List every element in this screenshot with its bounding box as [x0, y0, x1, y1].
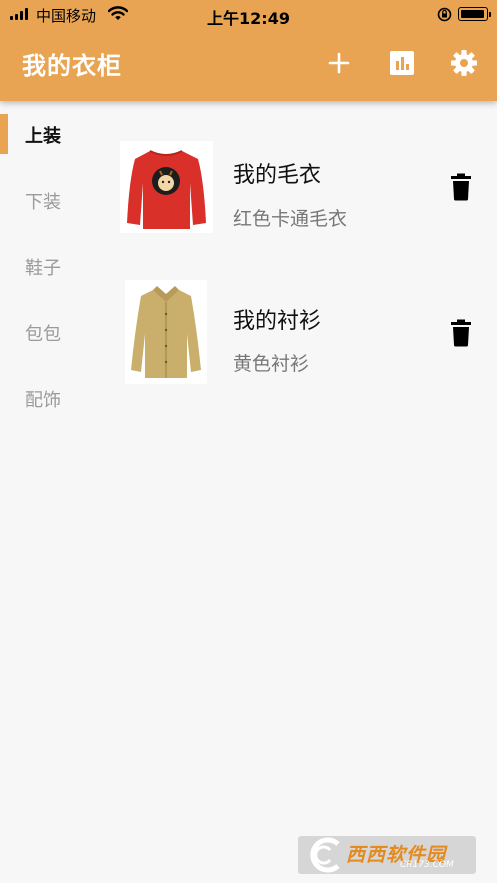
trash-icon [451, 319, 471, 347]
yellow-shirt-image [125, 280, 207, 384]
list-item[interactable]: 我的毛衣 红色卡通毛衣 [110, 130, 497, 260]
sidebar-item-label: 下装 [25, 192, 61, 213]
watermark-subtext: CR173.COM [400, 860, 454, 870]
sidebar-item-bags[interactable]: 包包 [0, 299, 100, 365]
category-sidebar: 上装 下装 鞋子 包包 配饰 [0, 101, 100, 883]
item-name: 我的毛衣 [233, 163, 322, 188]
rotation-lock-icon [437, 7, 452, 22]
add-button[interactable] [324, 48, 354, 78]
page-title: 我的衣柜 [22, 52, 122, 80]
item-name: 我的衬衫 [233, 309, 322, 334]
sidebar-item-label: 包包 [25, 324, 61, 345]
sidebar-item-shoes[interactable]: 鞋子 [0, 233, 100, 299]
sidebar-item-accessories[interactable]: 配饰 [0, 365, 100, 431]
statistics-button[interactable] [387, 48, 417, 78]
sidebar-item-label: 上装 [25, 126, 61, 147]
battery-icon [458, 7, 491, 21]
red-sweater-image [120, 141, 213, 233]
item-description: 红色卡通毛衣 [233, 208, 348, 230]
status-bar: 中国移动 上午12:49 [0, 0, 497, 28]
logo-icon [310, 837, 340, 873]
delete-button[interactable] [450, 319, 472, 347]
sidebar-item-label: 配饰 [25, 390, 61, 411]
item-description: 黄色衬衫 [233, 353, 310, 375]
sidebar-item-tops[interactable]: 上装 [0, 101, 100, 167]
chart-icon [390, 51, 414, 75]
active-indicator [0, 114, 8, 154]
watermark-logo: 西西软件园 CR173.COM [298, 836, 476, 874]
sidebar-item-bottoms[interactable]: 下装 [0, 167, 100, 233]
gear-icon [451, 50, 477, 76]
delete-button[interactable] [450, 173, 472, 201]
settings-button[interactable] [449, 48, 479, 78]
plus-icon [328, 52, 350, 74]
status-time: 上午12:49 [207, 9, 290, 28]
app-header: 中国移动 上午12:49 我的衣柜 [0, 0, 497, 101]
trash-icon [451, 173, 471, 201]
sidebar-item-label: 鞋子 [25, 258, 61, 279]
list-item[interactable]: 我的衬衫 黄色衬衫 [110, 270, 497, 400]
